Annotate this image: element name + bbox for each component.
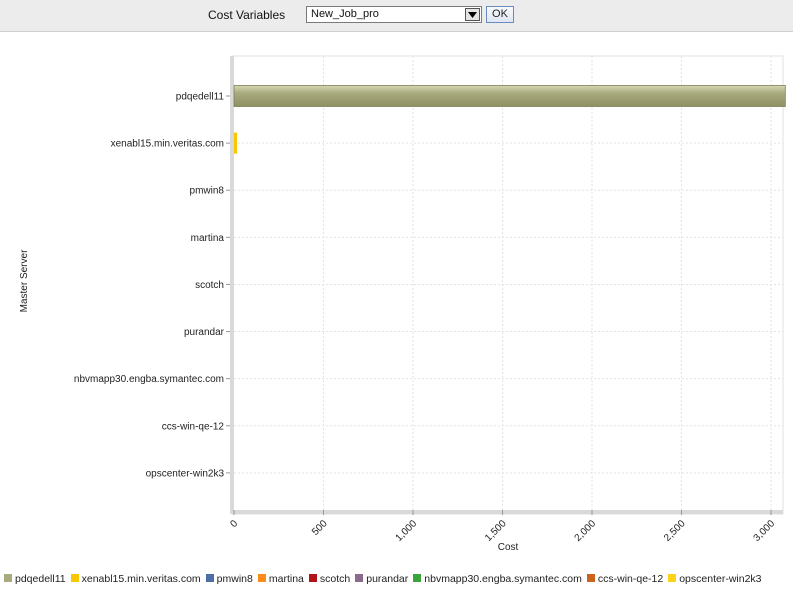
legend-label: xenabl15.min.veritas.com — [81, 573, 201, 585]
legend-label: scotch — [319, 573, 351, 585]
y-axis-title: Master Server — [19, 249, 30, 312]
legend-item: purandar — [355, 571, 408, 587]
x-tick-label: 3,000 — [752, 518, 778, 544]
legend-label: opscenter-win2k3 — [679, 573, 762, 585]
x-tick-label: 1,500 — [483, 518, 509, 544]
y-tick-label: ccs-win-qe-12 — [162, 421, 225, 432]
ok-button[interactable]: OK — [486, 6, 514, 23]
y-tick-label: purandar — [184, 327, 225, 338]
legend-item: opscenter-win2k3 — [668, 571, 762, 587]
legend-label: pmwin8 — [216, 573, 253, 585]
legend-swatch — [413, 574, 422, 582]
legend-swatch — [257, 574, 266, 582]
legend-item: pmwin8 — [205, 571, 253, 587]
cost-variables-value: New_Job_pro — [311, 8, 379, 20]
legend-item: pdqedell11 — [4, 571, 66, 587]
legend-item: xenabl15.min.veritas.com — [70, 571, 201, 587]
y-tick-label: pmwin8 — [190, 186, 225, 197]
x-axis-line — [232, 510, 783, 514]
x-tick-label: 1,000 — [394, 518, 420, 544]
legend-item: nbvmapp30.engba.symantec.com — [413, 571, 582, 587]
legend-swatch — [668, 574, 677, 582]
legend: pdqedell11 xenabl15.min.veritas.com pmwin8… — [4, 571, 793, 587]
legend-swatch — [586, 574, 595, 582]
legend-item: martina — [257, 571, 304, 587]
legend-label: pdqedell11 — [15, 573, 66, 585]
legend-label: martina — [268, 573, 304, 585]
legend-item: ccs-win-qe-12 — [586, 571, 664, 587]
y-tick-label: martina — [191, 233, 225, 244]
toolbar: Cost Variables New_Job_pro OK — [0, 0, 793, 32]
x-tick-label: 2,500 — [662, 518, 688, 544]
cost-variables-label: Cost Variables — [208, 8, 286, 22]
y-tick-label: scotch — [195, 280, 224, 291]
legend-swatch — [4, 574, 12, 582]
x-tick-label: 2,000 — [573, 518, 599, 544]
x-axis-title: Cost — [498, 542, 519, 553]
legend-swatch — [355, 574, 364, 582]
y-tick-label: nbvmapp30.engba.symantec.com — [74, 374, 224, 385]
legend-label: nbvmapp30.engba.symantec.com — [424, 573, 582, 585]
legend-label: purandar — [366, 573, 409, 585]
y-tick-label: pdqedell11 — [176, 92, 225, 103]
plot-area — [231, 55, 784, 515]
x-tick-label: 0 — [228, 518, 240, 530]
y-tick-label: opscenter-win2k3 — [146, 468, 225, 479]
legend-item: scotch — [308, 571, 351, 587]
y-axis-line — [230, 56, 234, 514]
bar-chart: pdqedell11 xenabl15.min.veritas.com pmwin8… — [19, 55, 786, 553]
bar[interactable] — [233, 85, 786, 107]
legend-label: ccs-win-qe-12 — [597, 573, 664, 585]
bar[interactable] — [234, 132, 237, 154]
y-tick-label: xenabl15.min.veritas.com — [111, 139, 224, 150]
cost-variables-select[interactable]: New_Job_pro — [306, 6, 482, 23]
x-tick-label: 500 — [310, 518, 330, 538]
legend-swatch — [205, 574, 214, 582]
legend-swatch — [70, 574, 79, 582]
legend-swatch — [308, 574, 317, 582]
chevron-down-icon[interactable] — [465, 8, 480, 21]
